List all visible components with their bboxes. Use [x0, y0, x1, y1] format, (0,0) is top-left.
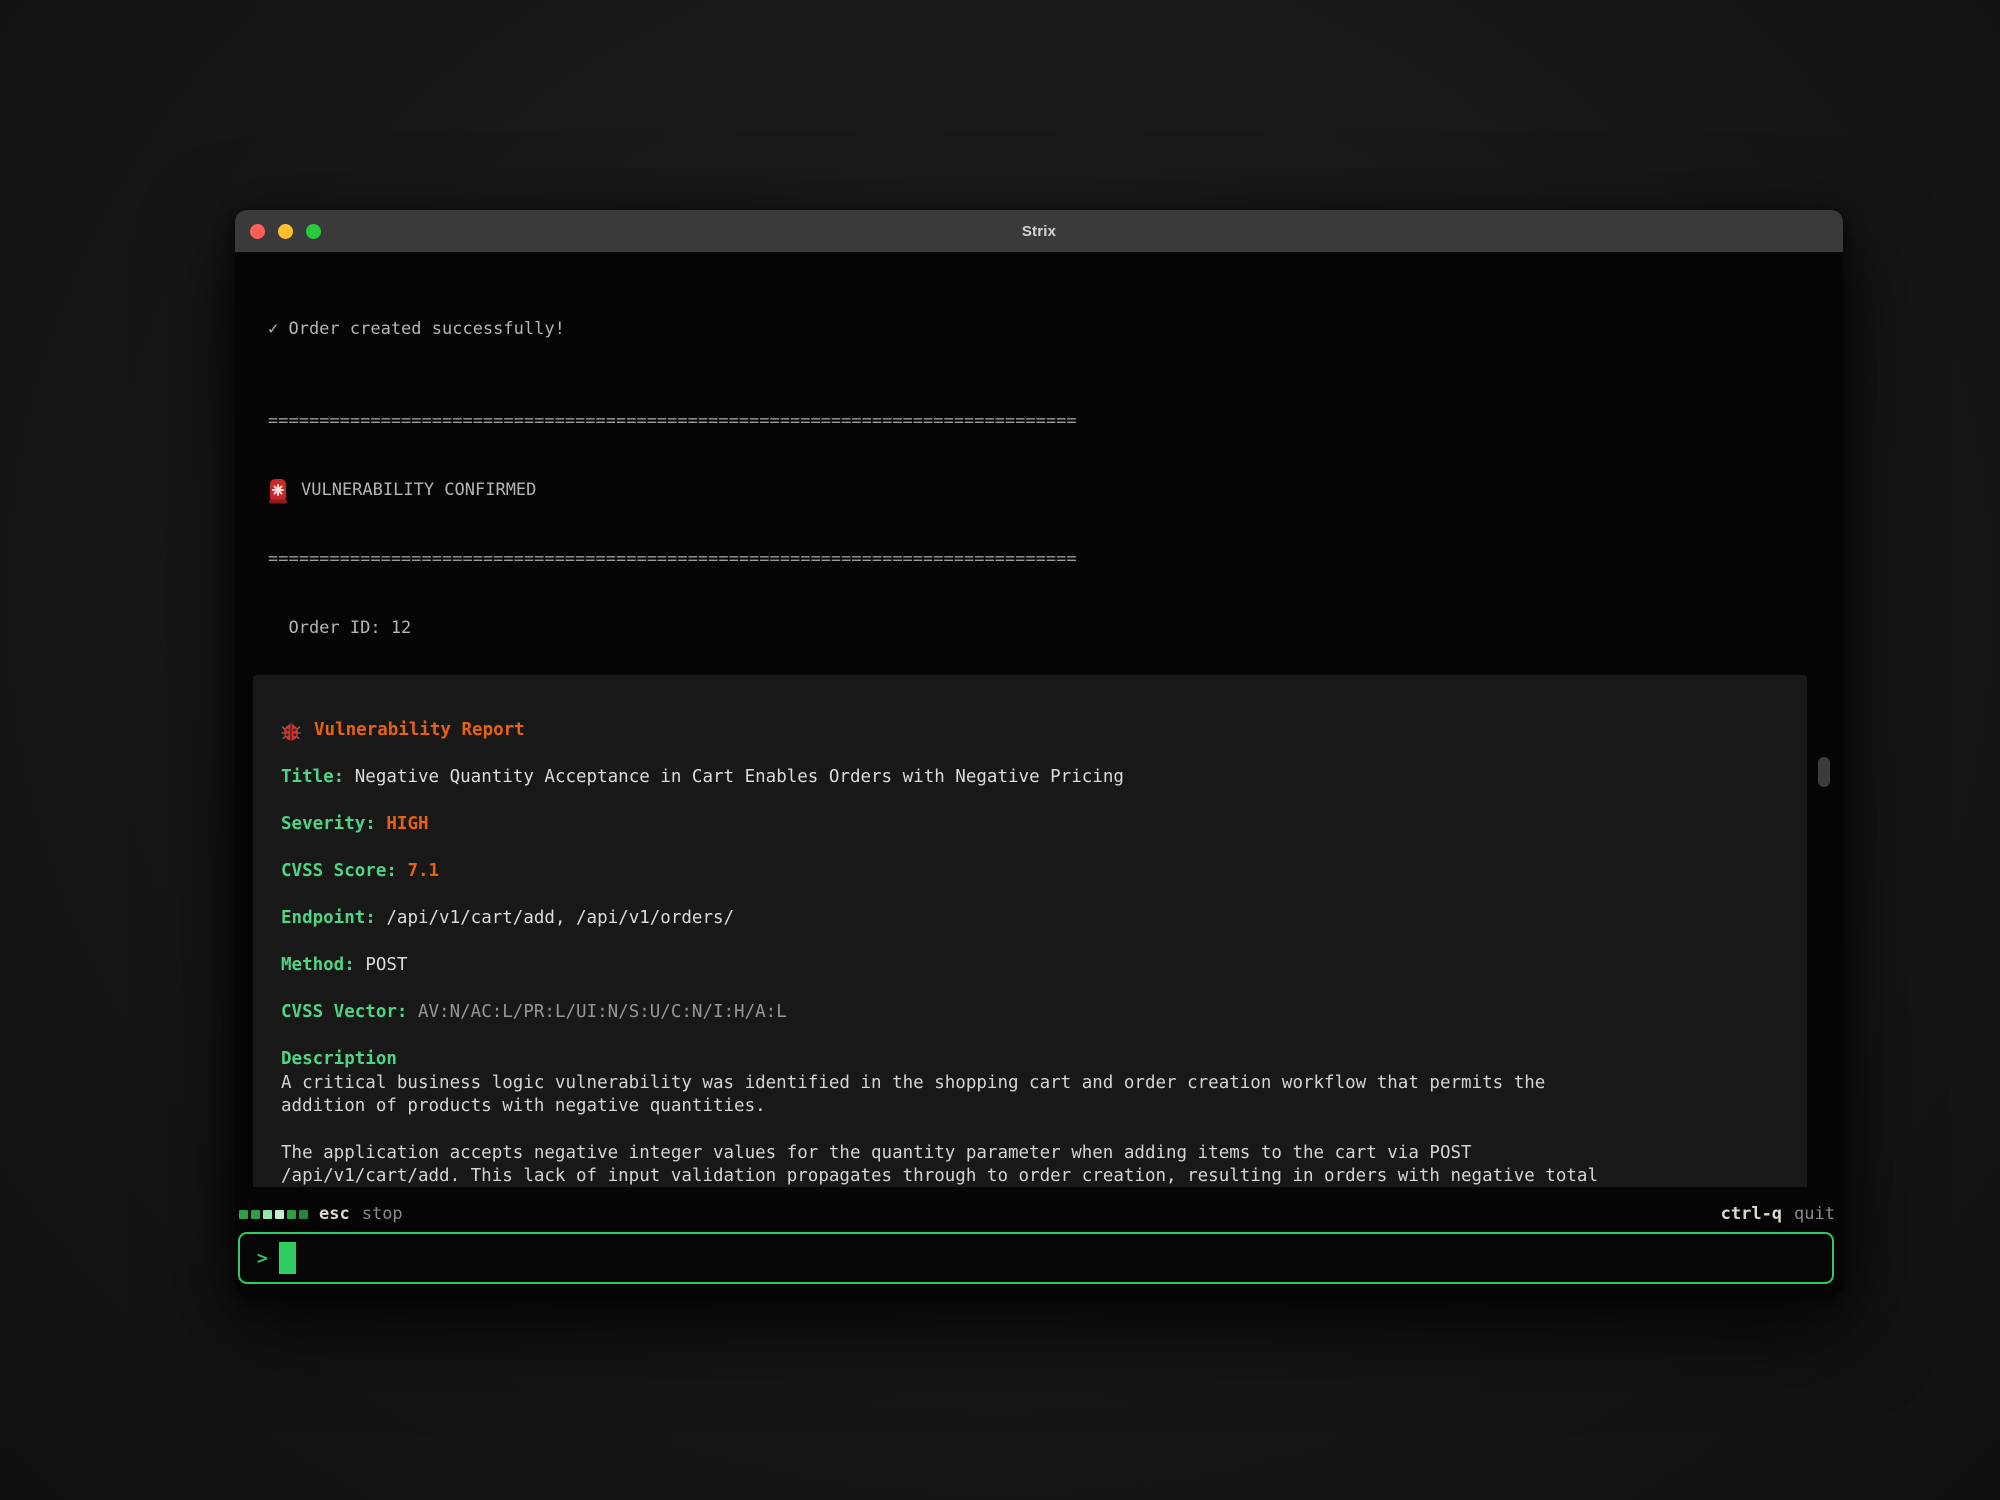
vulnerability-report-panel: Vulnerability Report Title: Negative Qua…: [253, 675, 1807, 1187]
scrollbar-thumb[interactable]: [1818, 757, 1830, 787]
stop-action-label: stop: [362, 1204, 403, 1224]
report-header: Vulnerability Report: [281, 719, 1779, 742]
cvss-score-value: 7.1: [407, 861, 439, 881]
description-paragraph-2: The application accepts negative integer…: [281, 1142, 1611, 1188]
window-title: Strix: [1022, 223, 1056, 240]
vulnerability-confirmed-label: VULNERABILITY CONFIRMED: [301, 479, 536, 502]
description-paragraph-1: A critical business logic vulnerability …: [281, 1072, 1611, 1119]
method-label: Method:: [281, 955, 355, 975]
traffic-lights: [250, 210, 321, 252]
title-value: Negative Quantity Acceptance in Cart Ena…: [355, 767, 1124, 787]
zoom-window-button[interactable]: [306, 224, 321, 239]
separator-line: ========================================…: [268, 548, 1843, 571]
endpoint-label: Endpoint:: [281, 908, 376, 928]
spinner-dot: [263, 1210, 272, 1219]
ctrl-q-key-hint[interactable]: ctrl-q: [1721, 1204, 1782, 1224]
prompt-symbol: >: [257, 1248, 268, 1269]
cvss-vector-value: AV:N/AC:L/PR:L/UI:N/S:U/C:N/I:H/A:L: [418, 1002, 787, 1022]
order-id-line: Order ID: 12: [268, 617, 1843, 640]
vulnerability-confirmed-banner: VULNERABILITY CONFIRMED: [268, 479, 1843, 502]
ladybug-icon: [281, 721, 301, 741]
spinner-dot: [275, 1210, 284, 1219]
cvss-score-label: CVSS Score:: [281, 861, 397, 881]
separator-line: ========================================…: [268, 410, 1843, 433]
report-field-cvss-score: CVSS Score: 7.1: [281, 860, 1779, 883]
text-cursor: [279, 1242, 296, 1274]
status-bar: esc stop ctrl-q quit: [239, 1200, 1835, 1228]
report-field-title: Title: Negative Quantity Acceptance in C…: [281, 766, 1779, 789]
report-title: Vulnerability Report: [314, 719, 525, 742]
activity-spinner: [239, 1210, 308, 1219]
quit-action-label: quit: [1794, 1204, 1835, 1224]
spinner-dot: [287, 1210, 296, 1219]
esc-key-hint[interactable]: esc: [319, 1204, 350, 1224]
title-bar[interactable]: Strix: [235, 210, 1843, 253]
severity-badge: HIGH: [386, 814, 428, 834]
endpoint-value: /api/v1/cart/add, /api/v1/orders/: [386, 908, 734, 928]
app-window: Strix ✓ Order created successfully! ====…: [235, 210, 1843, 1296]
terminal-output-area[interactable]: ✓ Order created successfully! ==========…: [235, 253, 1843, 1187]
siren-icon: [268, 478, 288, 504]
report-field-cvss-vector: CVSS Vector: AV:N/AC:L/PR:L/UI:N/S:U/C:N…: [281, 1001, 1779, 1024]
spinner-dot: [299, 1210, 308, 1219]
spinner-dot: [239, 1210, 248, 1219]
minimize-window-button[interactable]: [278, 224, 293, 239]
cvss-vector-label: CVSS Vector:: [281, 1002, 407, 1022]
order-success-message: ✓ Order created successfully!: [268, 318, 1843, 341]
method-value: POST: [365, 955, 407, 975]
close-window-button[interactable]: [250, 224, 265, 239]
report-field-severity: Severity: HIGH: [281, 813, 1779, 836]
spinner-dot: [251, 1210, 260, 1219]
description-heading: Description: [281, 1048, 1779, 1071]
report-field-method: Method: POST: [281, 954, 1779, 977]
title-label: Title:: [281, 767, 344, 787]
command-input[interactable]: >: [238, 1232, 1834, 1284]
severity-label: Severity:: [281, 814, 376, 834]
report-field-endpoint: Endpoint: /api/v1/cart/add, /api/v1/orde…: [281, 907, 1779, 930]
